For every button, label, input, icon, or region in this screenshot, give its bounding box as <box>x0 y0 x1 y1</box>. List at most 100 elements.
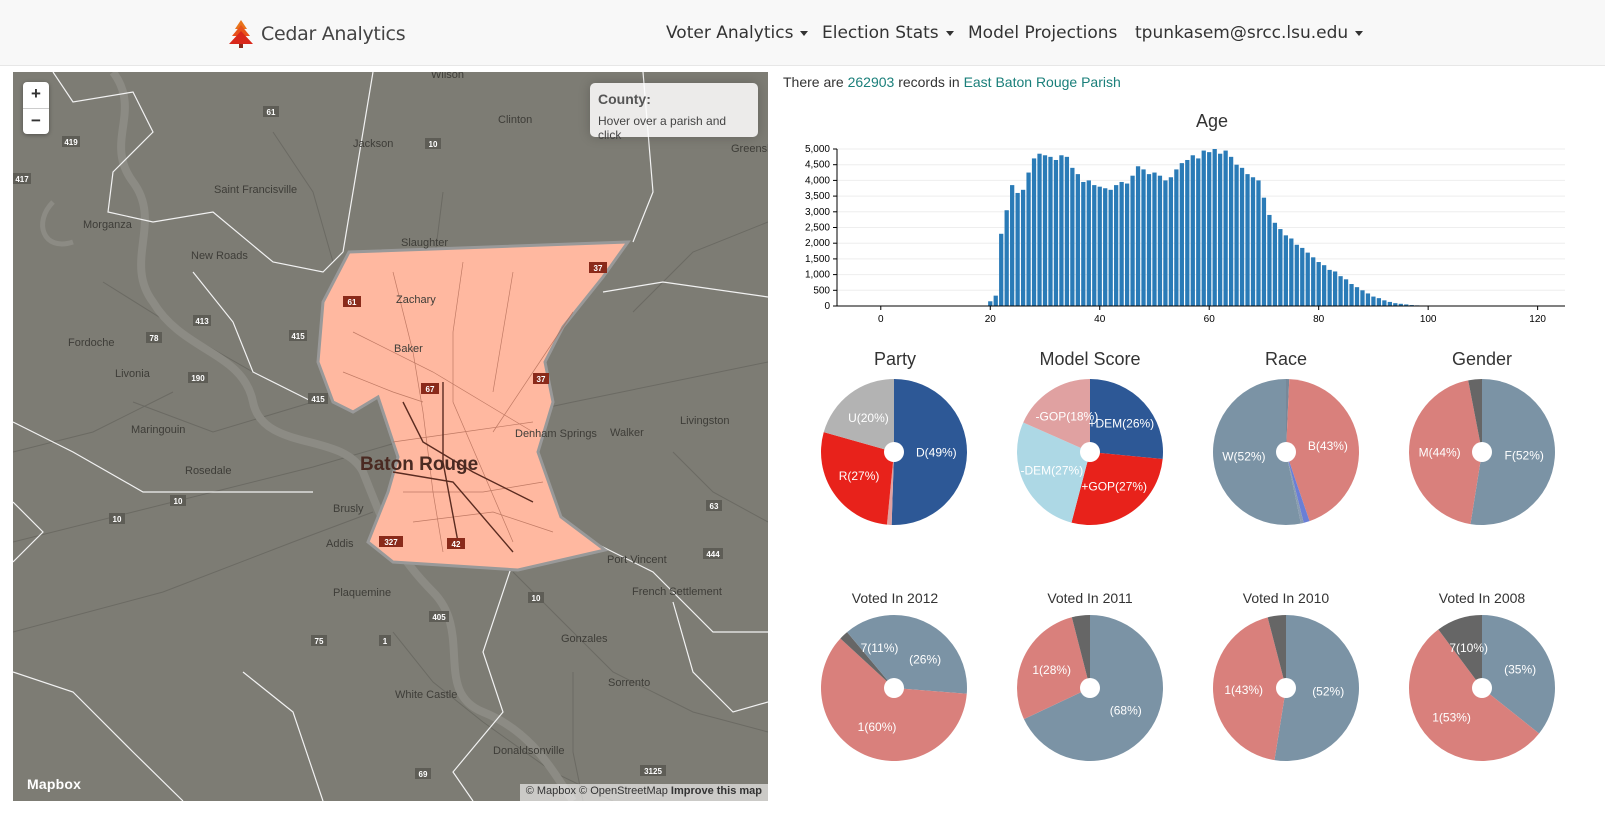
race-slice-label: B(43%) <box>1308 439 1348 453</box>
brand-link[interactable]: Cedar Analytics <box>228 18 406 50</box>
svg-text:61: 61 <box>348 298 357 307</box>
map-place-label: Jackson <box>353 138 393 150</box>
gender-slice <box>1470 379 1555 525</box>
nav-user-account[interactable]: tpunkasem@srcc.lsu.edu <box>1135 0 1364 66</box>
race-chart-title: Race <box>1264 349 1308 369</box>
voted-2010-slice-label: (52%) <box>1312 684 1344 698</box>
map-place-label: Plaquemine <box>333 587 391 599</box>
map-place-label: Fordoche <box>68 337 114 349</box>
age-bar <box>1365 293 1371 306</box>
voted-2011-slice <box>1071 615 1090 688</box>
brand-name: Cedar Analytics <box>261 23 406 45</box>
age-bar <box>1300 247 1305 306</box>
nav-user-email: tpunkasem@srcc.lsu.edu <box>1135 23 1349 43</box>
county-info-hint: Hover over a parish and click <box>598 114 727 142</box>
race-pie: B(43%) W(52%) <box>1213 379 1359 525</box>
county-info-title: County: <box>598 91 651 107</box>
age-bar <box>1097 186 1102 306</box>
svg-text:67: 67 <box>426 385 435 394</box>
map-place-label: Sorrento <box>608 677 650 689</box>
map-place-label: Baker <box>394 343 423 355</box>
age-bar <box>1305 252 1310 306</box>
age-bar <box>1004 210 1009 306</box>
svg-text:444: 444 <box>706 550 720 559</box>
map-attribution: © Mapbox © OpenStreetMap Improve this ma… <box>519 784 768 801</box>
race-slice <box>1286 379 1290 452</box>
party-slice <box>823 379 894 452</box>
parish-map[interactable]: Wilson Clinton Jackson Greensburg Saint … <box>13 72 768 801</box>
party-center-hole <box>884 442 904 462</box>
age-bar <box>1382 300 1387 306</box>
zoom-in-button[interactable]: + <box>23 82 49 108</box>
model-score-slice <box>1017 422 1090 523</box>
age-bar <box>1119 181 1124 306</box>
map-place-label: Slaughter <box>401 237 448 249</box>
model-score-slice <box>1090 379 1164 460</box>
voted-2008-slice <box>1438 615 1482 688</box>
model-score-chart-title: Model Score <box>1039 349 1141 369</box>
age-bar <box>1278 229 1283 306</box>
voted-2008-center-hole <box>1472 678 1492 698</box>
age-bar <box>1075 174 1080 306</box>
map-place-label: Greensburg <box>731 143 768 155</box>
age-x-tick-label: 40 <box>1094 314 1106 325</box>
svg-text:69: 69 <box>419 770 428 779</box>
age-chart-title: Age <box>1195 111 1229 131</box>
records-prefix: There are <box>783 74 848 90</box>
attribution-text[interactable]: © Mapbox © OpenStreetMap <box>526 785 668 797</box>
map-place-label: New Roads <box>191 250 248 262</box>
model-score-slice-label: +DEM(26%) <box>1088 417 1154 431</box>
voted-2008-chart-title: Voted In 2008 <box>1438 590 1526 606</box>
age-bar <box>1223 150 1228 306</box>
age-bar <box>1010 185 1015 306</box>
chevron-down-icon <box>945 30 954 36</box>
voted-2008-pie: (35%) 1(53%) 7(10%) <box>1409 615 1555 761</box>
age-bar <box>1245 174 1250 306</box>
gender-slice <box>1468 379 1482 452</box>
age-bar <box>1141 169 1146 306</box>
nav-voter-analytics[interactable]: Voter Analytics <box>666 0 809 66</box>
age-bar <box>1349 284 1354 306</box>
svg-text:413: 413 <box>195 317 209 326</box>
zoom-out-button[interactable]: − <box>23 108 49 134</box>
age-bar <box>1152 172 1157 306</box>
nav-model-projections[interactable]: Model Projections <box>968 0 1117 66</box>
voted-2012-chart-title: Voted In 2012 <box>851 590 939 606</box>
voted-2012-slice <box>894 615 967 694</box>
map-place-label: Morganza <box>83 219 133 231</box>
age-x-tick-label: 120 <box>1529 314 1546 325</box>
age-y-tick-label: 1,000 <box>805 270 830 281</box>
party-slice <box>891 379 967 525</box>
age-bar <box>1020 189 1026 306</box>
map-place-label: Port Vincent <box>607 554 667 566</box>
map-place-label: Addis <box>326 538 354 550</box>
age-bar <box>1103 188 1108 306</box>
age-bar <box>1207 152 1212 306</box>
map-place-label: Walker <box>610 427 644 439</box>
gender-pie: F(52%) M(44%) <box>1409 379 1555 525</box>
mapbox-logo[interactable]: Mapbox <box>27 776 81 792</box>
chevron-down-icon <box>1355 30 1364 36</box>
svg-text:10: 10 <box>429 140 438 149</box>
svg-text:37: 37 <box>594 264 603 273</box>
nav-election-stats[interactable]: Election Stats <box>822 0 954 66</box>
model-score-slice <box>1071 452 1163 525</box>
age-bar <box>1042 155 1048 306</box>
party-slice-label: D(49%) <box>916 446 957 460</box>
voted-2012-pie: (26%) 1(60%) 7(11%) <box>820 615 967 761</box>
map-city-label: Baton Rouge <box>360 454 478 475</box>
voted-2010-center-hole <box>1276 678 1296 698</box>
party-slice-label: U(20%) <box>848 411 889 425</box>
voted-2012-slice <box>820 638 967 761</box>
age-x-tick-label: 60 <box>1204 314 1216 325</box>
improve-map-link[interactable]: Improve this map <box>671 785 762 797</box>
race-slice <box>1286 379 1359 522</box>
age-bar <box>1322 265 1327 306</box>
svg-text:75: 75 <box>315 637 324 646</box>
voted-2011-slice <box>1016 617 1090 720</box>
age-bar <box>1387 301 1392 306</box>
age-y-tick-label: 5,000 <box>805 144 830 155</box>
age-y-tick-label: 2,500 <box>805 223 830 234</box>
navbar: Cedar Analytics Voter Analytics Election… <box>0 0 1605 66</box>
selected-parish-shape <box>316 240 631 572</box>
